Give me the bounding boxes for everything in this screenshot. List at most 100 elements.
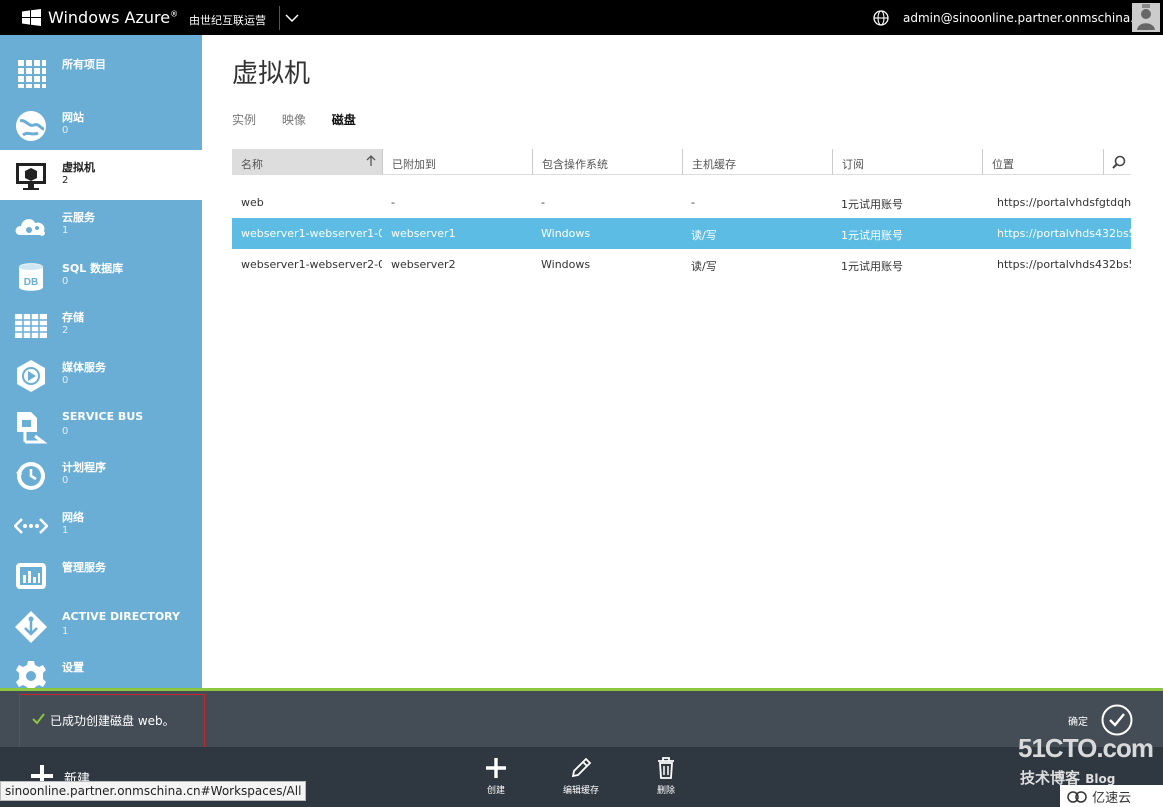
windows-logo-icon[interactable] <box>22 9 41 26</box>
watermark-site: 51CTO.com <box>1018 733 1154 763</box>
column-label: 位置 <box>992 158 1014 171</box>
sidebar-item-label: 所有项目 <box>62 58 106 71</box>
sidebar-item-label: 管理服务 <box>62 561 106 574</box>
cell-cache: - <box>691 196 695 209</box>
sidebar-item-count: 0 <box>62 426 69 437</box>
sidebar-item-label: SQL 数据库 <box>62 262 124 275</box>
grid-icon <box>18 60 46 88</box>
edit-cache-button[interactable]: 编辑缓存 <box>551 757 611 805</box>
sidebar-item-storage[interactable]: 存储 2 <box>0 300 202 350</box>
cell-attached: webserver2 <box>391 258 456 271</box>
sidebar-item-service-bus[interactable]: SERVICE BUS 0 <box>0 401 202 451</box>
table-body: web - - - 1元试用账号 https://portalvhdsfgtdq… <box>232 187 1131 280</box>
confirm-check-button[interactable] <box>1101 704 1133 736</box>
sidebar-item-all-items[interactable]: 所有项目 <box>0 47 202 97</box>
tab-disks[interactable]: 磁盘 <box>332 111 356 128</box>
sidebar-item-cloud-services[interactable]: 云服务 1 <box>0 200 202 250</box>
monitor-icon <box>16 163 46 190</box>
globe-icon[interactable] <box>873 10 889 26</box>
cell-location: https://portalvhds432bs5fb <box>997 258 1131 271</box>
sort-ascending-icon <box>366 155 376 166</box>
edit-cache-label: 编辑缓存 <box>562 786 599 796</box>
sidebar-item-networks[interactable]: 网络 1 <box>0 500 202 550</box>
browser-status-url: sinoonline.partner.onmschina.cn#Workspac… <box>0 781 307 801</box>
column-header-host-cache[interactable]: 主机缓存 <box>682 149 832 175</box>
table-row[interactable]: web - - - 1元试用账号 https://portalvhdsfgtdq… <box>232 187 1131 218</box>
clock-icon <box>16 462 45 490</box>
sidebar-item-label: 媒体服务 <box>62 361 106 374</box>
cell-name: webserver1-webserver2-0-... <box>241 258 382 271</box>
checkmark-icon <box>32 713 45 725</box>
column-label: 订阅 <box>842 158 864 171</box>
cell-attached: - <box>391 196 395 209</box>
sidebar-item-count: 0 <box>62 276 69 287</box>
sidebar-item-virtual-machines[interactable]: 虚拟机 2 <box>0 150 202 200</box>
sidebar-item-active-directory[interactable]: ACTIVE DIRECTORY 1 <box>0 601 202 651</box>
column-header-subscription[interactable]: 订阅 <box>832 149 982 175</box>
service-bus-icon <box>17 412 48 444</box>
column-header-location[interactable]: 位置 <box>982 149 1103 175</box>
sidebar-item-label: ACTIVE DIRECTORY <box>62 610 181 623</box>
sidebar-item-count: 1 <box>62 626 69 637</box>
cell-name: webserver1-webserver1-0-... <box>241 227 382 240</box>
column-header-name[interactable]: 名称 <box>232 149 382 175</box>
avatar[interactable] <box>1132 3 1160 32</box>
sidebar-item-websites[interactable]: 网站 0 <box>0 100 202 150</box>
cloud-gear-icon <box>15 219 45 236</box>
sidebar-item-label: 网络 <box>62 511 84 524</box>
sidebar-item-label: 设置 <box>62 661 84 674</box>
main-content: 虚拟机 实例 映像 磁盘 名称 已附加到 包含操作系统 主机缓存 订阅 位置 w… <box>202 35 1163 688</box>
sidebar-item-count: 2 <box>62 175 69 186</box>
sidebar-item-label: 网站 <box>62 111 84 124</box>
cell-attached: webserver1 <box>391 227 456 240</box>
table-header: 名称 已附加到 包含操作系统 主机缓存 订阅 位置 <box>232 149 1131 175</box>
column-label: 包含操作系统 <box>542 158 608 171</box>
cell-subscription: 1元试用账号 <box>841 198 903 211</box>
sidebar-item-count: 2 <box>62 325 69 336</box>
column-label: 已附加到 <box>392 158 436 171</box>
sidebar-item-sql-database[interactable]: DB SQL 数据库 0 <box>0 251 202 301</box>
plus-icon <box>486 758 506 778</box>
table-row-selected[interactable]: webserver1-webserver1-0-... webserver1 W… <box>232 218 1131 249</box>
notification-message: 已成功创建磁盘 web。 <box>50 714 175 728</box>
delete-label: 删除 <box>656 786 675 796</box>
table-row[interactable]: webserver1-webserver2-0-... webserver2 W… <box>232 249 1131 280</box>
create-button[interactable]: 创建 <box>466 757 526 805</box>
sidebar-item-count: 1 <box>62 525 69 536</box>
user-account[interactable]: admin@sinoonline.partner.onmschina.cn <box>903 11 1148 25</box>
cell-os: Windows <box>541 258 591 271</box>
top-bar: Windows Azure® 由世纪互联运营 admin@sinoonline.… <box>0 0 1163 35</box>
sidebar-item-label: 云服务 <box>62 211 95 224</box>
column-header-attached-to[interactable]: 已附加到 <box>382 149 532 175</box>
sidebar: 所有项目 网站 0 虚拟机 2 云服务 1 DB SQL 数据库 0 存储 2 … <box>0 35 202 688</box>
cell-subscription: 1元试用账号 <box>841 260 903 273</box>
sidebar-item-management-services[interactable]: 管理服务 <box>0 550 202 600</box>
table-search-button[interactable] <box>1103 149 1131 175</box>
search-icon <box>1112 155 1126 169</box>
sidebar-item-label: 虚拟机 <box>62 161 95 174</box>
management-icon <box>16 563 46 589</box>
sidebar-item-scheduler[interactable]: 计划程序 0 <box>0 450 202 500</box>
cell-name: web <box>241 196 264 209</box>
tab-images[interactable]: 映像 <box>282 111 306 128</box>
brand-title[interactable]: Windows Azure® <box>48 8 178 27</box>
sidebar-item-media-services[interactable]: 媒体服务 0 <box>0 350 202 400</box>
watermark-cloud: 亿速云 <box>1060 785 1163 807</box>
db-icon: DB <box>19 263 43 291</box>
delete-button[interactable]: 删除 <box>636 757 696 805</box>
sidebar-item-label: 存储 <box>62 311 84 324</box>
column-header-os[interactable]: 包含操作系统 <box>532 149 682 175</box>
cell-os: - <box>541 196 545 209</box>
tab-instances[interactable]: 实例 <box>232 111 256 128</box>
operator-label: 由世纪互联运营 <box>189 14 266 27</box>
pencil-icon <box>571 757 592 778</box>
cell-subscription: 1元试用账号 <box>841 229 903 242</box>
tab-bar: 实例 映像 磁盘 <box>232 111 378 128</box>
chevron-down-icon[interactable] <box>284 10 300 26</box>
notification-bar: 已成功创建磁盘 web。 确定 <box>0 691 1163 756</box>
confirm-label: 确定 <box>1068 717 1088 728</box>
create-label: 创建 <box>486 786 505 796</box>
sidebar-item-count: 0 <box>62 475 69 486</box>
cloud-logo-icon <box>1067 791 1087 803</box>
sidebar-item-settings[interactable]: 设置 <box>0 650 202 688</box>
